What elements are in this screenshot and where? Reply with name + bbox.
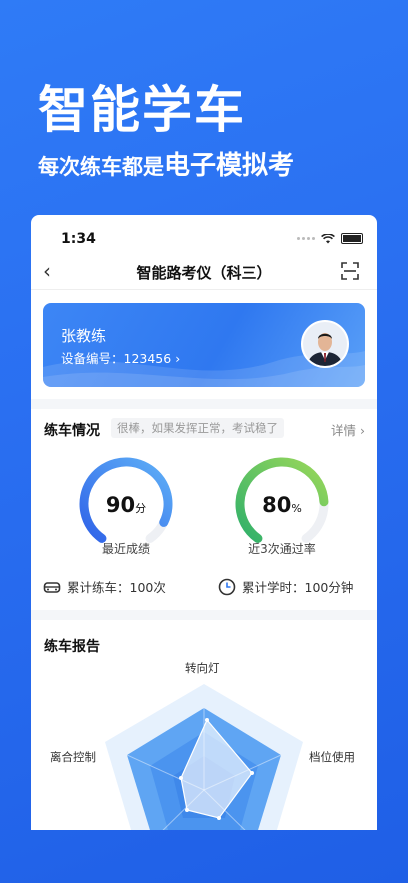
status-time: 1:34 <box>61 231 96 247</box>
device-number-link[interactable]: 设备编号：123456 › <box>61 348 180 367</box>
status-icons <box>297 233 363 244</box>
section-divider <box>31 399 377 409</box>
score-value: 90分 <box>105 493 147 517</box>
hero-subtitle-emphasis: 电子模拟考 <box>164 151 295 181</box>
section-divider <box>31 610 377 620</box>
hero-title: 智能学车 <box>38 81 246 139</box>
coach-avatar <box>301 320 349 368</box>
battery-icon <box>341 233 363 244</box>
total-practice-text: 累计练车：100次 <box>67 580 166 595</box>
practice-section-title: 练车情况 <box>44 423 100 439</box>
radar-chart <box>105 684 303 830</box>
hero-subtitle: 每次练车都是电子模拟考 <box>38 145 294 182</box>
report-section-title: 练车报告 <box>44 639 100 655</box>
total-practice-stat: 累计练车：100次 <box>43 577 166 596</box>
pass-rate-label: 近3次通过率 <box>248 542 316 556</box>
score-gauge: 90分 <box>76 457 176 547</box>
car-icon <box>43 581 61 593</box>
score-label: 最近成绩 <box>101 542 150 556</box>
hero-subtitle-prefix: 每次练车都是 <box>38 155 164 179</box>
coach-avatar-portrait <box>303 322 347 366</box>
clock-icon <box>218 578 236 595</box>
phone-screen: 1:34 ‹ 智能路考仪（科三） 张教练 设备编号：123456 › 练车情况 … <box>31 215 377 830</box>
practice-tip: 很棒，如果发挥正常，考试稳了 <box>111 418 284 438</box>
wifi-icon <box>321 233 335 243</box>
coach-name: 张教练 <box>61 327 107 345</box>
signal-icon <box>297 237 315 240</box>
detail-link[interactable]: 详情 › <box>331 420 365 439</box>
total-hours-text: 累计学时：100分钟 <box>242 580 354 595</box>
total-hours-stat: 累计学时：100分钟 <box>218 577 353 596</box>
pass-rate-gauge: 80% <box>232 457 332 547</box>
nav-bar: ‹ 智能路考仪（科三） <box>31 255 377 290</box>
page-title: 智能路考仪（科三） <box>136 264 272 282</box>
pass-rate-value: 80% <box>262 493 302 517</box>
scan-icon[interactable] <box>341 262 359 280</box>
coach-card[interactable]: 张教练 设备编号：123456 › <box>43 303 365 387</box>
